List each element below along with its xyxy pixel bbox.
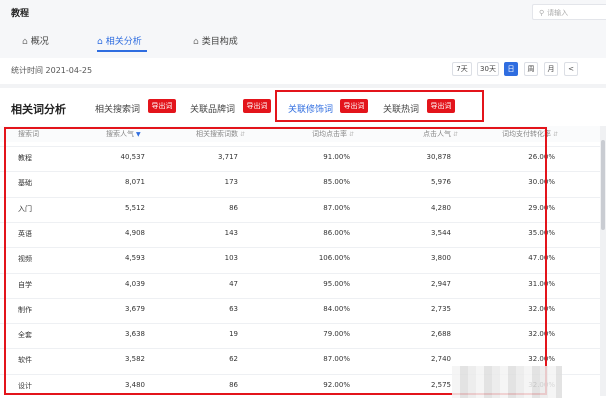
- tab-overview[interactable]: ⌂ 概况: [22, 34, 49, 47]
- export-button[interactable]: 导出词: [243, 99, 271, 113]
- tab-category[interactable]: ⌂ 类目构成: [193, 34, 238, 47]
- range-month[interactable]: 月: [544, 62, 558, 76]
- section-title: 相关词分析: [11, 103, 66, 116]
- scrollbar-thumb[interactable]: [601, 140, 605, 230]
- app-title: 教程: [11, 9, 30, 19]
- search-placeholder: 请输入: [547, 9, 569, 17]
- sort-icon[interactable]: ⇵: [553, 131, 558, 138]
- range-day[interactable]: 日: [504, 62, 518, 76]
- highlight-box-tabs: [275, 90, 484, 122]
- page: 教程 ⚲ 请输入 ⌂ 概况 ⌂ 相关分析 ⌂ 类目构成 统计时间 2021-04-25 …: [0, 0, 606, 405]
- watermark-blur: [452, 366, 562, 398]
- main-tabs: ⌂ 概况 ⌂ 相关分析 ⌂ 类目构成: [0, 28, 606, 54]
- divider: [0, 84, 606, 88]
- home-icon: ⌂: [97, 37, 103, 47]
- search-icon: ⚲: [539, 9, 545, 17]
- highlight-box-table: [4, 127, 547, 395]
- home-icon: ⌂: [22, 37, 28, 47]
- home-icon: ⌂: [193, 37, 199, 47]
- top-header: 教程 ⚲ 请输入 ⌂ 概况 ⌂ 相关分析 ⌂ 类目构成: [0, 0, 606, 58]
- range-prev-button[interactable]: <: [564, 62, 578, 76]
- active-tab-indicator: [97, 50, 147, 52]
- export-button[interactable]: 导出词: [148, 99, 176, 113]
- range-30d[interactable]: 30天: [477, 62, 499, 76]
- tab-related-analysis[interactable]: ⌂ 相关分析: [97, 34, 142, 47]
- stats-time: 统计时间 2021-04-25: [11, 66, 93, 75]
- tab-related-search[interactable]: 相关搜索词: [95, 102, 140, 115]
- tab-related-brand[interactable]: 关联品牌词: [190, 102, 235, 115]
- range-7d[interactable]: 7天: [452, 62, 472, 76]
- range-week[interactable]: 周: [524, 62, 538, 76]
- search-input[interactable]: ⚲ 请输入: [532, 4, 606, 20]
